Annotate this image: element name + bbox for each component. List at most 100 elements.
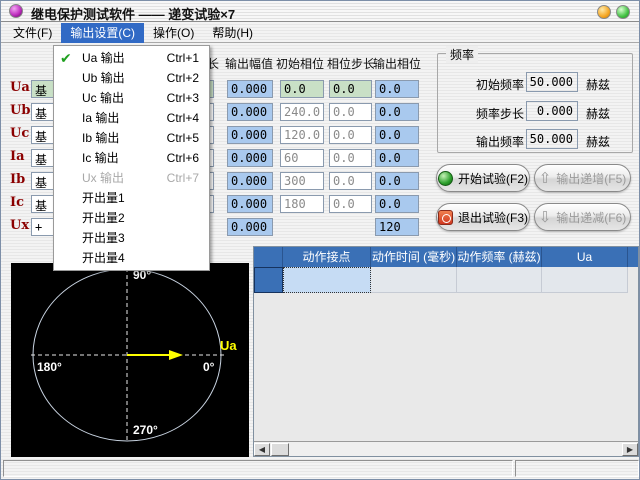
stop-icon <box>438 210 453 225</box>
frequency-step-label: 频率步长 <box>448 105 524 122</box>
check-icon: ✔ <box>60 48 72 68</box>
results-table: 动作接点 动作时间 (毫秒) 动作频率 (赫兹) Ua ◀ ▶ <box>253 246 639 457</box>
ub-amplitude-field[interactable]: 0.000 <box>227 103 273 121</box>
angle-label-270: 270° <box>133 423 158 437</box>
menu-item-ux-output[interactable]: Ux 输出 Ctrl+7 <box>54 168 209 188</box>
header-ua: Ua <box>542 247 628 267</box>
output-frequency-field[interactable]: 50.000 <box>526 129 578 149</box>
ia-phase-step-field[interactable]: 0.0 <box>329 149 372 167</box>
frequency-group-title: 频率 <box>446 46 478 63</box>
app-icon <box>9 4 23 18</box>
channel-label-ux: Ux <box>10 218 32 236</box>
ic-init-phase-field[interactable]: 180 <box>280 195 324 213</box>
frequency-step-unit: 赫兹 <box>586 105 610 122</box>
ia-out-phase-field[interactable]: 0.0 <box>375 149 419 167</box>
row-header-cell[interactable] <box>254 267 283 293</box>
ua-out-phase-field[interactable]: 0.0 <box>375 80 419 98</box>
menu-bar: 文件(F) 输出设置(C) 操作(O) 帮助(H) <box>1 23 639 43</box>
col-header-phase-step: 相位步长 <box>327 55 374 69</box>
menu-operation[interactable]: 操作(O) <box>144 23 203 43</box>
menu-item-ub-output[interactable]: Ub 输出 Ctrl+2 <box>54 68 209 88</box>
ub-out-phase-field[interactable]: 0.0 <box>375 103 419 121</box>
menu-help[interactable]: 帮助(H) <box>203 23 262 43</box>
app-window: 继电保护测试软件 —— 递变试验×7 文件(F) 输出设置(C) 操作(O) 帮… <box>0 0 640 480</box>
up-arrow-icon: ⇧ <box>539 171 552 186</box>
header-action-frequency: 动作频率 (赫兹) <box>457 247 542 267</box>
scroll-right-button[interactable]: ▶ <box>622 443 638 456</box>
init-frequency-field[interactable]: 50.000 <box>526 72 578 92</box>
menu-file[interactable]: 文件(F) <box>4 23 61 43</box>
ux-amplitude-field[interactable]: 0.000 <box>227 218 273 236</box>
phasor-diagram: 90° 180° 0° 270° Ua <box>11 263 249 457</box>
ic-amplitude-field[interactable]: 0.000 <box>227 195 273 213</box>
menu-item-output-4[interactable]: 开出量4 <box>54 248 209 268</box>
ua-amplitude-field[interactable]: 0.000 <box>227 80 273 98</box>
channel-label-ia: Ia <box>10 149 32 167</box>
menu-item-ua-output[interactable]: ✔ Ua 输出 Ctrl+1 <box>54 48 209 68</box>
output-frequency-label: 输出频率 <box>448 133 524 150</box>
scrollbar-thumb[interactable] <box>271 443 289 456</box>
uc-init-phase-field[interactable]: 120.0 <box>280 126 324 144</box>
window-title: 继电保护测试软件 —— 递变试验×7 <box>31 4 235 23</box>
ux-out-phase-field[interactable]: 120 <box>375 218 419 236</box>
output-decrease-button[interactable]: ⇩ 输出递减(F6) <box>534 203 631 231</box>
ua-vector-arrowhead <box>169 350 183 360</box>
ib-out-phase-field[interactable]: 0.0 <box>375 172 419 190</box>
titlebar: 继电保护测试软件 —— 递变试验×7 <box>1 1 639 22</box>
output-increase-button[interactable]: ⇧ 输出递增(F5) <box>534 164 631 192</box>
channel-label-ic: Ic <box>10 195 32 213</box>
ib-phase-step-field[interactable]: 0.0 <box>329 172 372 190</box>
ua-phase-step-field[interactable]: 0.0 <box>329 80 372 98</box>
col-header-init-phase: 初始相位 <box>275 55 325 69</box>
menu-output-settings[interactable]: 输出设置(C) <box>61 23 144 43</box>
horizontal-scrollbar[interactable]: ◀ ▶ <box>254 441 638 456</box>
ub-init-phase-field[interactable]: 240.0 <box>280 103 324 121</box>
channel-label-uc: Uc <box>10 126 32 144</box>
menu-item-output-1[interactable]: 开出量1 <box>54 188 209 208</box>
ic-out-phase-field[interactable]: 0.0 <box>375 195 419 213</box>
menu-item-ia-output[interactable]: Ia 输出 Ctrl+4 <box>54 108 209 128</box>
cell-action-time[interactable] <box>371 267 457 293</box>
channel-label-ub: Ub <box>10 103 32 121</box>
corner-header-cell <box>254 247 283 267</box>
ub-phase-step-field[interactable]: 0.0 <box>329 103 372 121</box>
menu-item-ic-output[interactable]: Ic 输出 Ctrl+6 <box>54 148 209 168</box>
frequency-step-field[interactable]: 0.000 <box>526 101 578 121</box>
minimize-orb-button[interactable] <box>597 5 611 19</box>
menu-item-output-3[interactable]: 开出量3 <box>54 228 209 248</box>
menu-item-output-2[interactable]: 开出量2 <box>54 208 209 228</box>
menu-item-ib-output[interactable]: Ib 输出 Ctrl+5 <box>54 128 209 148</box>
scroll-left-button[interactable]: ◀ <box>254 443 270 456</box>
channel-label-ua: Ua <box>10 80 32 98</box>
output-settings-menu: ✔ Ua 输出 Ctrl+1 Ub 输出 Ctrl+2 Uc 输出 Ctrl+3… <box>53 45 210 271</box>
ia-init-phase-field[interactable]: 60 <box>280 149 324 167</box>
frequency-groupbox: 频率 初始频率 50.000 赫兹 频率步长 0.000 赫兹 输出频率 50.… <box>437 53 633 153</box>
statusbar-left-panel <box>3 460 513 477</box>
channel-label-ib: Ib <box>10 172 32 190</box>
init-frequency-unit: 赫兹 <box>586 76 610 93</box>
col-header-out-amplitude: 输出幅值 <box>223 55 275 69</box>
cell-action-frequency[interactable] <box>457 267 542 293</box>
results-row-1 <box>254 267 638 293</box>
uc-amplitude-field[interactable]: 0.000 <box>227 126 273 144</box>
down-arrow-icon: ⇩ <box>539 210 552 225</box>
close-orb-button[interactable] <box>616 5 630 19</box>
menu-item-uc-output[interactable]: Uc 输出 Ctrl+3 <box>54 88 209 108</box>
uc-phase-step-field[interactable]: 0.0 <box>329 126 372 144</box>
angle-label-180: 180° <box>37 360 62 374</box>
col-header-out-phase: 输出相位 <box>373 55 421 69</box>
ua-init-phase-field[interactable]: 0.0 <box>280 80 324 98</box>
selected-cell[interactable] <box>283 267 371 293</box>
uc-out-phase-field[interactable]: 0.0 <box>375 126 419 144</box>
ic-phase-step-field[interactable]: 0.0 <box>329 195 372 213</box>
ia-amplitude-field[interactable]: 0.000 <box>227 149 273 167</box>
exit-test-button[interactable]: 退出试验(F3) <box>436 203 530 231</box>
start-orb-icon <box>438 171 453 186</box>
ib-amplitude-field[interactable]: 0.000 <box>227 172 273 190</box>
header-filler <box>628 247 638 267</box>
cell-ua[interactable] <box>542 267 628 293</box>
ua-vector-label: Ua <box>220 338 237 353</box>
header-action-time: 动作时间 (毫秒) <box>371 247 457 267</box>
start-test-button[interactable]: 开始试验(F2) <box>436 164 530 192</box>
ib-init-phase-field[interactable]: 300 <box>280 172 324 190</box>
